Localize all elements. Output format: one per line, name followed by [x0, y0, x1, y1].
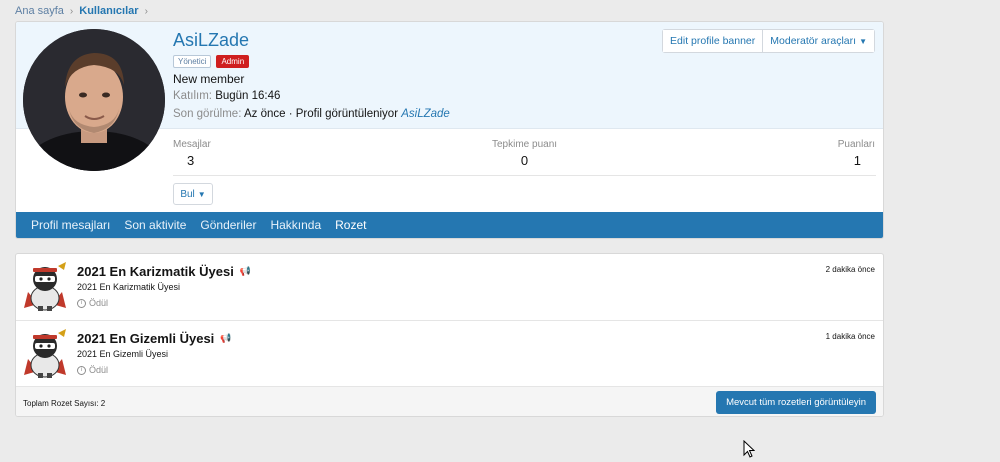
- user-title: New member: [173, 72, 245, 86]
- mascot-badge-icon: [24, 329, 66, 378]
- badges-footer: Toplam Rozet Sayısı: 2 Mevcut tüm rozetl…: [16, 386, 883, 416]
- avatar[interactable]: [23, 29, 165, 171]
- badge-type: i Ödül: [77, 298, 108, 308]
- profile-card: AsiLZade Yönetici Admin New member Katıl…: [15, 21, 884, 239]
- badge-title[interactable]: 2021 En Karizmatik Üyesi 📢: [77, 264, 251, 279]
- badge-title-text: 2021 En Gizemli Üyesi: [77, 331, 215, 346]
- admin-badge: Admin: [216, 55, 250, 68]
- total-badge-count: Toplam Rozet Sayısı: 2: [23, 399, 106, 408]
- badges-list: 2021 En Karizmatik Üyesi 📢 2021 En Kariz…: [15, 253, 884, 417]
- profile-username[interactable]: AsiLZade: [173, 30, 249, 51]
- breadcrumb: Ana sayfa › Kullanıcılar ›: [15, 5, 148, 17]
- badge-type: i Ödül: [77, 365, 108, 375]
- stat-value: 0: [520, 153, 529, 168]
- list-item: 2021 En Gizemli Üyesi 📢 2021 En Gizemli …: [16, 320, 883, 386]
- badge-description: 2021 En Gizemli Üyesi: [77, 349, 169, 359]
- stat-value[interactable]: 1: [838, 153, 875, 168]
- profile-tabs: Profil mesajları Son aktivite Gönderiler…: [16, 212, 883, 238]
- tab-about[interactable]: Hakkında: [263, 212, 328, 238]
- joined-label: Katılım:: [173, 90, 212, 102]
- divider: [173, 175, 876, 176]
- find-button[interactable]: Bul ▼: [173, 183, 213, 205]
- last-seen-label: Son görülme:: [173, 108, 242, 120]
- breadcrumb-home[interactable]: Ana sayfa: [15, 5, 64, 17]
- last-seen-user-link[interactable]: AsiLZade: [401, 108, 450, 120]
- stat-reaction-score: Tepkime puanı 0: [492, 139, 557, 168]
- edit-profile-banner-button[interactable]: Edit profile banner: [663, 30, 763, 52]
- badge-description: 2021 En Karizmatik Üyesi: [77, 282, 181, 292]
- caret-down-icon: ▼: [197, 189, 206, 199]
- badge-title-text: 2021 En Karizmatik Üyesi: [77, 264, 234, 279]
- tab-latest-activity[interactable]: Son aktivite: [117, 212, 193, 238]
- badge-type-text: Ödül: [89, 298, 109, 308]
- badge-timestamp: 2 dakika önce: [825, 265, 875, 274]
- chevron-right-icon: ›: [144, 5, 148, 17]
- badge-timestamp: 1 dakika önce: [825, 332, 875, 341]
- user-badges: Yönetici Admin: [173, 55, 250, 68]
- stat-value[interactable]: 3: [173, 153, 211, 168]
- tab-profile-posts[interactable]: Profil mesajları: [24, 212, 117, 238]
- mascot-badge-icon: [24, 262, 66, 311]
- badge-type-text: Ödül: [89, 365, 109, 375]
- caret-down-icon: ▼: [859, 37, 867, 46]
- moderator-tools-label: Moderatör araçları: [770, 35, 857, 47]
- joined-line: Katılım: Bugün 16:46: [173, 90, 280, 102]
- last-seen-value: Az önce · Profil görüntüleniyor: [243, 108, 399, 120]
- profile-actions: Edit profile banner Moderatör araçları ▼: [662, 29, 875, 53]
- joined-value: Bugün 16:46: [215, 90, 281, 102]
- view-all-badges-button[interactable]: Mevcut tüm rozetleri görüntüleyin: [716, 391, 876, 414]
- breadcrumb-current[interactable]: Kullanıcılar: [79, 5, 138, 17]
- badge-title[interactable]: 2021 En Gizemli Üyesi 📢: [77, 331, 232, 346]
- tab-badges[interactable]: Rozet: [328, 212, 373, 238]
- role-badge: Yönetici: [173, 55, 212, 68]
- stat-messages: Mesajlar 3: [173, 139, 211, 168]
- stat-label: Tepkime puanı: [492, 139, 558, 150]
- megaphone-icon[interactable]: 📢: [240, 266, 251, 277]
- chevron-right-icon: ›: [69, 5, 74, 17]
- avatar-photo-icon: [23, 29, 165, 171]
- mouse-cursor-icon: [743, 440, 755, 458]
- stat-points: Puanları 1: [838, 139, 875, 168]
- megaphone-icon[interactable]: 📢: [220, 333, 231, 344]
- info-icon: i: [77, 298, 86, 308]
- list-item: 2021 En Karizmatik Üyesi 📢 2021 En Kariz…: [16, 254, 883, 320]
- stat-label: Mesajlar: [173, 139, 211, 150]
- last-seen-line: Son görülme: Az önce · Profil görüntülen…: [173, 108, 450, 120]
- moderator-tools-button[interactable]: Moderatör araçları ▼: [762, 30, 874, 52]
- find-label: Bul: [180, 188, 195, 200]
- stat-label: Puanları: [837, 139, 875, 150]
- tab-postings[interactable]: Gönderiler: [193, 212, 263, 238]
- info-icon: i: [77, 365, 86, 375]
